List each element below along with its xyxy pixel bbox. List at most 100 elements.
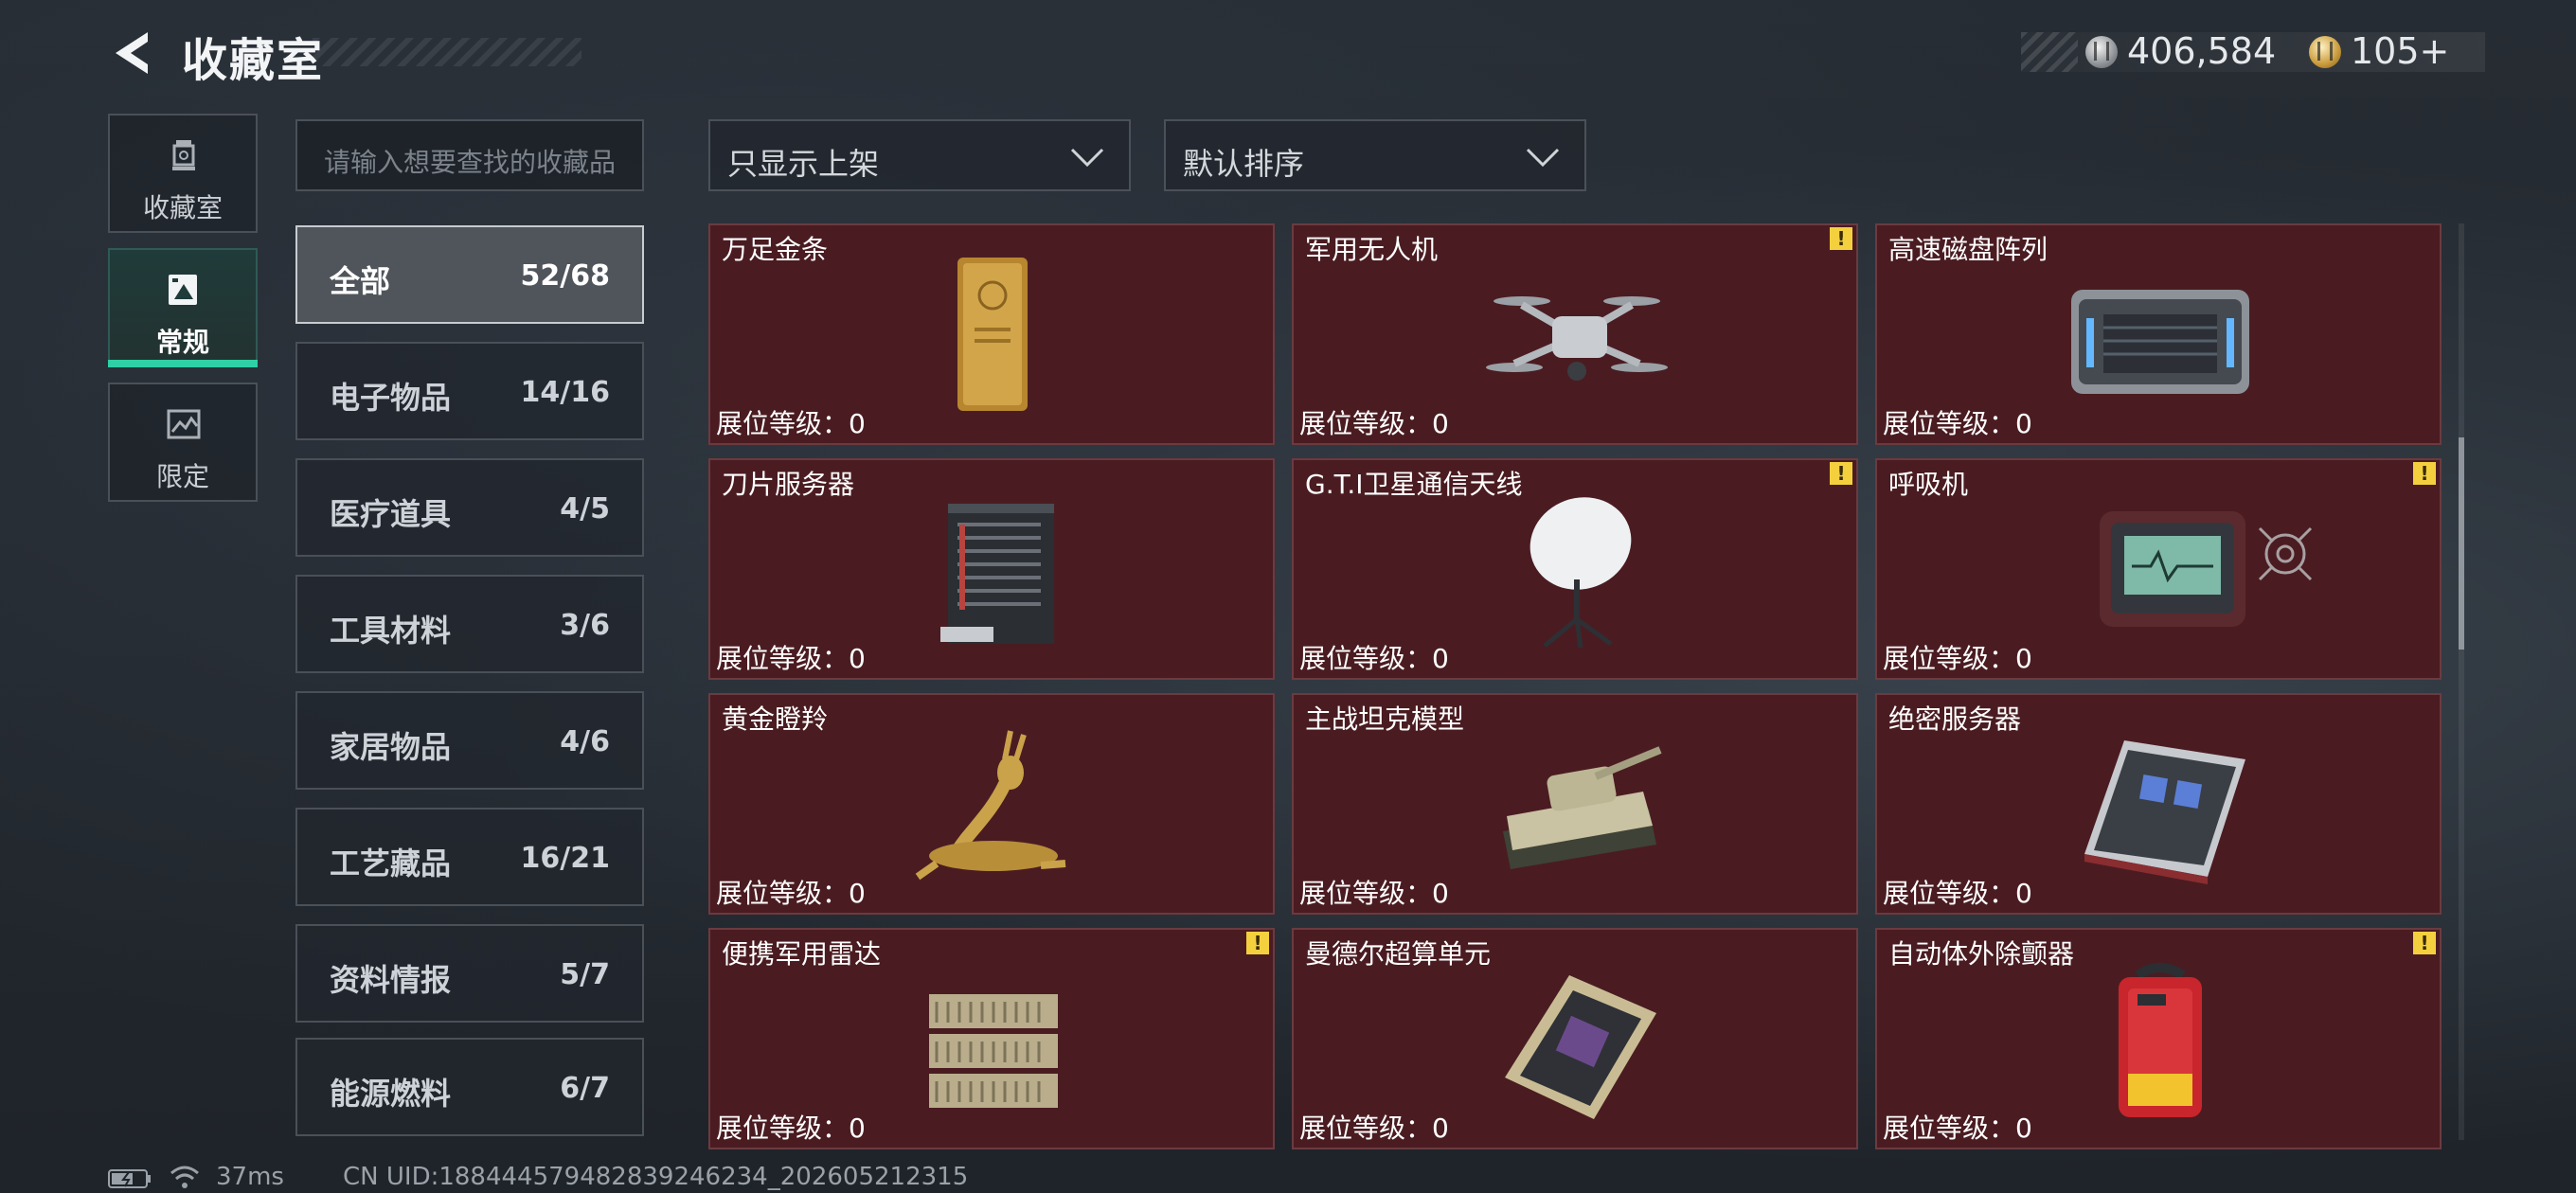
chevron-down-icon: [1070, 148, 1104, 168]
item-display-level: 展位等级：0: [1883, 408, 2032, 439]
item-display-level: 展位等级：0: [716, 643, 866, 674]
tank-model-icon: [1503, 746, 1662, 869]
player-uid: CN UID:18844457948283924623​4_2026052123…: [343, 1163, 969, 1191]
search-input[interactable]: 请输入想要查找的收藏品: [295, 119, 644, 191]
tab-label: 限定: [155, 461, 209, 492]
tab-collection-room[interactable]: 收藏室: [108, 114, 258, 233]
item-card-top-secret-server[interactable]: 绝密服务器 展位等级：0: [1875, 693, 2442, 915]
category-name: 医疗道具: [330, 496, 452, 532]
item-name: 高速磁盘阵列: [1888, 234, 2048, 265]
wifi-icon: [170, 1166, 199, 1188]
page-title: 收藏室: [182, 34, 325, 87]
item-card-tank-model[interactable]: 主战坦克模型 展位等级：0: [1292, 693, 1858, 915]
item-display-level: 展位等级：0: [716, 1113, 866, 1144]
item-card-mandel-supercomputer[interactable]: 曼德尔超算单元 展位等级：0: [1292, 928, 1858, 1149]
category-name: 电子物品: [330, 380, 452, 416]
category-energy[interactable]: 能源燃料 6/7: [295, 1038, 644, 1136]
item-name: 呼吸机: [1888, 469, 1969, 500]
item-card-blade-server[interactable]: 刀片服务器 展位等级：0: [708, 458, 1275, 680]
trophy-icon: [172, 140, 195, 170]
sort-value: 默认排序: [1183, 146, 1305, 182]
item-display-level: 展位等级：0: [716, 878, 866, 909]
tab-regular[interactable]: 常规: [108, 248, 258, 367]
item-display-level: 展位等级：0: [1299, 643, 1449, 674]
item-card-disk-array[interactable]: 高速磁盘阵列 展位等级：0: [1875, 223, 2442, 445]
item-display-level: 展位等级：0: [1883, 878, 2032, 909]
target-icon: [2258, 526, 2313, 581]
currency-decoration: [2021, 32, 2078, 72]
item-card-gold-bar[interactable]: 万足金条 展位等级：0: [708, 223, 1275, 445]
back-button[interactable]: [106, 27, 159, 80]
category-name: 工艺藏品: [330, 846, 452, 881]
grid-scrollbar[interactable]: [2459, 223, 2464, 1140]
item-name: 军用无人机: [1305, 234, 1439, 265]
category-name: 全部: [330, 263, 391, 299]
status-bar: 37ms CN UID:18844457948283924623​4_20260…: [0, 1155, 2576, 1193]
category-medical[interactable]: 医疗道具 4/5: [295, 458, 644, 557]
warning-icon: !: [1830, 462, 1852, 485]
category-name: 家居物品: [330, 729, 452, 765]
defibrillator-icon: [2119, 963, 2202, 1117]
gold-bar-icon: [957, 258, 1028, 411]
item-card-portable-radar[interactable]: 便携军用雷达 ! 展位等级：0: [708, 928, 1275, 1149]
item-name: 主战坦克模型: [1305, 703, 1465, 735]
item-name: 绝密服务器: [1888, 703, 2022, 735]
category-count: 16/21: [520, 842, 610, 875]
ping-value: 37ms: [216, 1163, 284, 1191]
rack-server-icon: [2084, 740, 2245, 884]
item-card-satellite-antenna[interactable]: G.T.I卫星通信天线 ! 展位等级：0: [1292, 458, 1858, 680]
category-intel[interactable]: 资料情报 5/7: [295, 924, 644, 1023]
sort-dropdown[interactable]: 默认排序: [1164, 119, 1586, 191]
item-name: 黄金瞪羚: [722, 703, 829, 735]
item-display-level: 展位等级：0: [1299, 878, 1449, 909]
battery-icon: [108, 1169, 151, 1188]
header-bar: 收藏室 406,584 105+: [0, 0, 2576, 104]
category-all[interactable]: 全部 52/68: [295, 225, 644, 324]
limited-icon: [167, 409, 201, 439]
tab-limited[interactable]: 限定: [108, 383, 258, 502]
item-display-level: 展位等级：0: [1883, 643, 2032, 674]
gallery-icon: [169, 275, 197, 305]
gold-currency-amount: 105: [2351, 30, 2420, 72]
gold-currency-value: 105+: [2351, 30, 2449, 72]
silver-coin-icon: [2085, 36, 2118, 68]
radar-icon: [929, 994, 1058, 1108]
add-currency-button[interactable]: +: [2420, 30, 2450, 72]
active-indicator: [108, 360, 258, 367]
item-name: 自动体外除颤器: [1888, 938, 2075, 970]
item-card-military-drone[interactable]: 军用无人机 ! 展位等级：0: [1292, 223, 1858, 445]
item-card-aed[interactable]: 自动体外除颤器 ! 展位等级：0: [1875, 928, 2442, 1149]
ventilator-icon: [2100, 511, 2245, 627]
category-name: 工具材料: [330, 613, 452, 649]
gold-coin-icon: [2309, 36, 2341, 68]
display-filter-value: 只显示上架: [727, 146, 880, 182]
category-count: 52/68: [520, 259, 610, 293]
warning-icon: !: [1830, 227, 1852, 250]
drone-icon: [1486, 296, 1668, 381]
item-display-level: 展位等级：0: [1299, 408, 1449, 439]
disk-array-icon: [2071, 290, 2249, 394]
category-tools[interactable]: 工具材料 3/6: [295, 575, 644, 673]
category-crafts[interactable]: 工艺藏品 16/21: [295, 808, 644, 906]
item-name: 万足金条: [722, 234, 829, 265]
category-count: 5/7: [560, 958, 610, 991]
satellite-dish-icon: [1530, 497, 1632, 649]
category-name: 能源燃料: [330, 1076, 452, 1112]
item-name: 便携军用雷达: [722, 938, 882, 970]
item-display-level: 展位等级：0: [1883, 1113, 2032, 1144]
category-household[interactable]: 家居物品 4/6: [295, 691, 644, 790]
category-count: 4/6: [560, 725, 610, 758]
category-count: 6/7: [560, 1072, 610, 1105]
display-filter-dropdown[interactable]: 只显示上架: [708, 119, 1131, 191]
category-count: 3/6: [560, 609, 610, 642]
item-card-golden-gazelle[interactable]: 黄金瞪羚 展位等级：0: [708, 693, 1275, 915]
tab-label: 常规: [155, 327, 209, 358]
blade-server-icon: [940, 504, 1054, 644]
item-name: 刀片服务器: [722, 469, 855, 500]
tab-label: 收藏室: [142, 192, 223, 223]
category-name: 资料情报: [330, 962, 452, 998]
item-card-ventilator[interactable]: 呼吸机 ! 展位等级：0: [1875, 458, 2442, 680]
warning-icon: !: [2413, 462, 2436, 485]
scroll-thumb[interactable]: [2459, 437, 2464, 650]
category-electronics[interactable]: 电子物品 14/16: [295, 342, 644, 440]
